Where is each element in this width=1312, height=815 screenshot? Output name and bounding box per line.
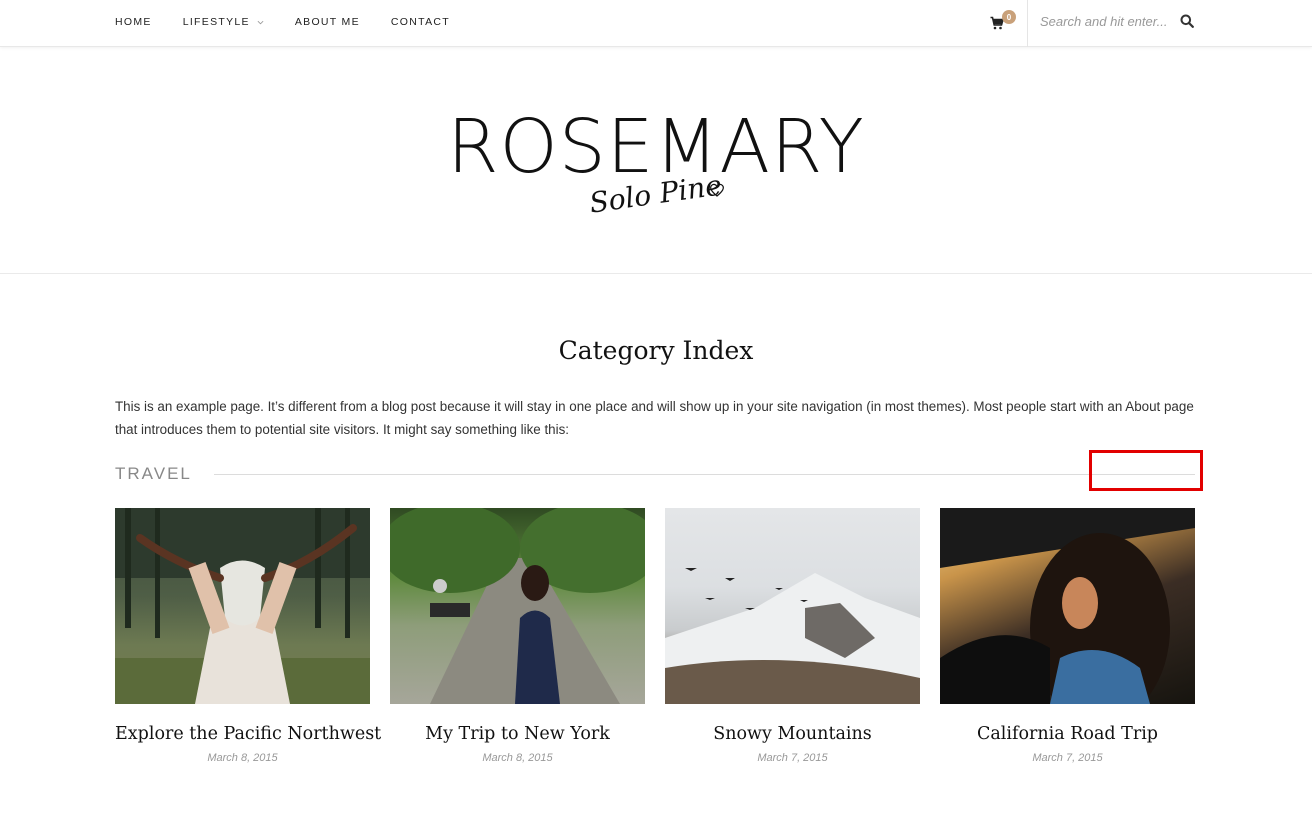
heart-icon [710, 183, 724, 197]
post-thumbnail[interactable] [940, 508, 1195, 704]
nav-about-me[interactable]: ABOUT ME [295, 16, 360, 28]
post-thumbnail[interactable] [390, 508, 645, 704]
nav-about-me-label: ABOUT ME [294, 16, 360, 28]
post-title[interactable]: Explore the Pacific Northwest [115, 724, 381, 744]
cart-count-badge: 0 [1002, 10, 1016, 24]
post-thumbnail[interactable] [665, 508, 920, 704]
post-title[interactable]: My Trip to New York [390, 724, 645, 744]
post-thumbnail[interactable] [115, 508, 370, 704]
top-navigation-bar: HOME LIFESTYLE ABOUT ME CONTACT 0 [0, 0, 1312, 47]
thumbnail-image [390, 508, 645, 704]
post-date: March 8, 2015 [207, 752, 278, 764]
search-input[interactable] [1040, 10, 1175, 32]
thumbnail-image [115, 508, 370, 704]
chevron-down-icon [257, 20, 264, 24]
nav-contact[interactable]: CONTACT [391, 16, 450, 28]
category-title[interactable]: TRAVEL [115, 464, 192, 484]
post-date: March 7, 2015 [1032, 752, 1103, 764]
post-card: Snowy Mountains March 7, 2015 [665, 508, 920, 764]
post-card: My Trip to New York March 8, 2015 [390, 508, 645, 764]
nav-lifestyle-label: LIFESTYLE [182, 16, 250, 28]
post-date: March 7, 2015 [757, 752, 828, 764]
nav-home[interactable]: HOME [115, 16, 152, 28]
nav-lifestyle[interactable]: LIFESTYLE [183, 16, 264, 28]
post-card: California Road Trip March 7, 2015 [940, 508, 1195, 764]
page-title: Category Index [558, 336, 754, 365]
cart-button[interactable]: 0 [990, 10, 1016, 32]
thumbnail-image [940, 508, 1195, 704]
nav-contact-label: CONTACT [390, 16, 450, 28]
post-grid: Explore the Pacific Northwest March 8, 2… [115, 508, 1195, 778]
search-icon[interactable] [1180, 14, 1194, 28]
nav-divider [1027, 0, 1028, 47]
site-header: ROSEMARY Solo Pine [0, 47, 1312, 274]
post-date: March 8, 2015 [482, 752, 553, 764]
category-section-header: TRAVEL [115, 464, 1195, 488]
thumbnail-image [665, 568, 920, 704]
page-intro-text: This is an example page. It’s different … [115, 399, 1194, 437]
post-title[interactable]: California Road Trip [940, 724, 1195, 744]
post-card: Explore the Pacific Northwest March 8, 2… [115, 508, 381, 764]
post-title[interactable]: Snowy Mountains [665, 724, 920, 744]
highlight-box [1089, 450, 1203, 491]
main-menu: HOME LIFESTYLE ABOUT ME CONTACT [115, 0, 481, 44]
nav-home-label: HOME [115, 16, 152, 28]
section-divider [214, 474, 1195, 475]
